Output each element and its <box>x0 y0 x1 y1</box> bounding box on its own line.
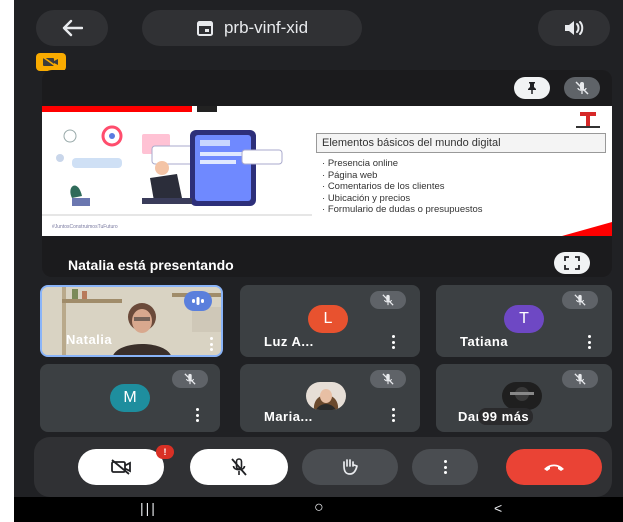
participant-tile-tatiana[interactable]: T Tatiana <box>436 285 612 357</box>
participant-name: Maria... <box>264 409 313 424</box>
participant-name: Dan99 más <box>458 408 534 425</box>
audio-level-icon <box>192 297 204 305</box>
mic-muted-badge <box>370 370 406 388</box>
slide-footer: #JuntosConstruimosTuFuturo <box>52 224 118 230</box>
mic-muted-badge <box>172 370 208 388</box>
presentation-tile[interactable]: Elementos básicos del mundo digital Pres… <box>42 70 612 277</box>
more-options-icon[interactable] <box>208 337 214 351</box>
more-options-button[interactable] <box>412 449 478 485</box>
end-call-icon <box>544 464 564 471</box>
avatar: L <box>308 305 348 333</box>
participant-tile-natalia[interactable]: Natalia <box>40 285 223 357</box>
meeting-info-button[interactable]: prb-vinf-xid <box>142 10 362 46</box>
fullscreen-button[interactable] <box>554 252 590 274</box>
mic-off-icon <box>382 294 394 306</box>
slide-corner-accent <box>562 222 612 236</box>
home-button[interactable]: ○ <box>314 499 324 517</box>
call-controls-bar: ! <box>34 437 612 497</box>
back-button[interactable] <box>36 10 108 46</box>
shared-slide: Elementos básicos del mundo digital Pres… <box>42 106 612 236</box>
mic-muted-badge <box>370 291 406 309</box>
top-bar: prb-vinf-xid <box>14 0 623 50</box>
more-options-icon[interactable] <box>194 408 200 422</box>
mic-off-icon <box>382 373 394 385</box>
slide-bullet: Página web <box>322 170 483 182</box>
phone-screen: prb-vinf-xid Elementos básicos del mundo… <box>14 0 623 522</box>
camera-alert-badge: ! <box>156 445 174 459</box>
slide-bullet: Formulario de dudas o presupuestos <box>322 204 483 216</box>
back-nav-button[interactable]: < <box>494 500 502 516</box>
mic-off-icon <box>574 373 586 385</box>
android-nav-bar: ||| ○ < <box>14 497 623 522</box>
participant-tile-luz[interactable]: L Luz A... <box>240 285 420 357</box>
pin-button[interactable] <box>514 77 550 99</box>
slide-bullet: Presencia online <box>322 158 483 170</box>
participant-name: Luz A... <box>264 334 314 349</box>
participant-name: Natalia <box>66 332 113 347</box>
more-options-icon[interactable] <box>390 335 396 349</box>
participant-tile-maria[interactable]: Maria... <box>240 364 420 432</box>
camera-toggle-button[interactable]: ! <box>78 445 174 485</box>
more-participants-tile[interactable]: Dan99 más <box>436 364 612 432</box>
camera-off-icon <box>42 56 58 68</box>
presenter-mic-muted-badge <box>564 77 600 99</box>
meeting-code: prb-vinf-xid <box>223 18 309 37</box>
pin-icon <box>528 82 536 94</box>
participant-tile-m[interactable]: M <box>40 364 220 432</box>
calendar-icon <box>196 21 213 36</box>
camera-off-icon <box>111 459 131 475</box>
mic-muted-badge <box>562 291 598 309</box>
end-call-button[interactable] <box>506 449 602 485</box>
more-options-icon[interactable] <box>586 335 592 349</box>
mic-off-icon <box>231 458 247 476</box>
avatar: M <box>110 384 150 412</box>
slide-bullets: Presencia online Página web Comentarios … <box>322 158 483 216</box>
mic-off-icon <box>574 294 586 306</box>
fullscreen-icon <box>564 256 580 270</box>
slide-title: Elementos básicos del mundo digital <box>316 133 606 153</box>
raise-hand-button[interactable] <box>302 449 398 485</box>
mic-off-icon <box>184 373 196 385</box>
slide-illustration <box>42 106 312 216</box>
slide-logo <box>576 112 600 128</box>
avatar: T <box>504 305 544 333</box>
presenting-caption: Natalia está presentando <box>68 257 234 273</box>
speaking-indicator <box>184 291 212 311</box>
raise-hand-icon <box>343 459 358 475</box>
speaker-icon <box>565 21 584 35</box>
arrow-left-icon <box>62 19 83 37</box>
recents-button[interactable]: ||| <box>140 500 157 516</box>
slide-bullet: Ubicación y precios <box>322 193 483 205</box>
overflow-count-badge: 99 más <box>478 408 534 425</box>
mic-toggle-button[interactable] <box>190 449 288 485</box>
mic-muted-badge <box>562 370 598 388</box>
slide-bullet: Comentarios de los clientes <box>322 181 483 193</box>
more-options-icon[interactable] <box>390 408 396 422</box>
more-options-icon <box>442 460 448 474</box>
avatar <box>502 382 542 410</box>
audio-output-button[interactable] <box>538 10 610 46</box>
camera-warning-badge[interactable] <box>36 53 66 71</box>
mic-off-icon <box>575 81 589 95</box>
participant-name: Tatiana <box>460 334 509 349</box>
avatar <box>306 382 346 410</box>
